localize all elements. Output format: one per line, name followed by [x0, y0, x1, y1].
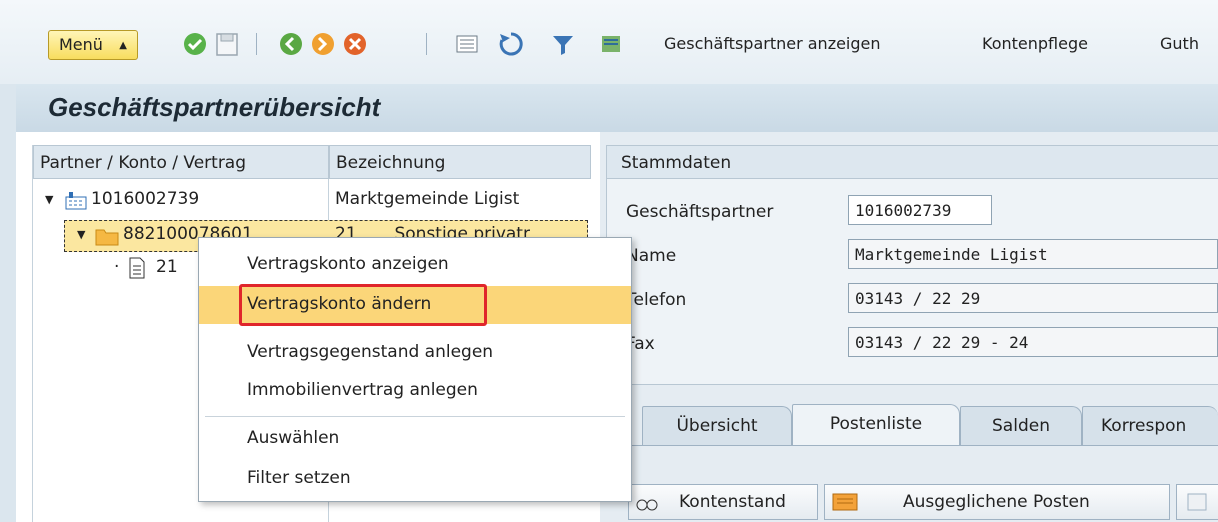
- tab-label: Übersicht: [676, 416, 758, 436]
- tree-row-label: 21: [156, 257, 178, 277]
- document-icon: [1187, 493, 1207, 511]
- menu-item-vertragskonto-anzeigen[interactable]: Vertragskonto anzeigen: [199, 246, 631, 284]
- expand-icon[interactable]: ▼: [77, 228, 85, 241]
- tree-row-description: Marktgemeinde Ligist: [335, 189, 520, 209]
- scroll-icon: [832, 493, 858, 511]
- partner-field[interactable]: 1016002739: [848, 195, 992, 225]
- refresh-icon[interactable]: [496, 28, 526, 60]
- stammdaten-heading: Stammdaten: [621, 153, 732, 173]
- glasses-icon: [636, 499, 658, 511]
- ausgeglichene-posten-button[interactable]: Ausgeglichene Posten: [824, 484, 1170, 520]
- kontenstand-button[interactable]: Kontenstand: [628, 484, 818, 520]
- caret-down-icon: ▲: [119, 40, 127, 51]
- name-label: Name: [626, 246, 677, 266]
- menu-button[interactable]: Menü ▲: [48, 30, 138, 60]
- stammdaten-header: Stammdaten: [606, 145, 1218, 179]
- toolbar-link-guthaben[interactable]: Guth: [1160, 34, 1199, 53]
- tree-row-partner[interactable]: ▼ 1016002739 Marktgemeinde Ligist: [33, 185, 591, 215]
- building-icon: [65, 192, 87, 210]
- column-header-partner-label: Partner / Konto / Vertrag: [40, 153, 247, 173]
- save-icon[interactable]: [212, 28, 242, 60]
- tab-korrespondenz[interactable]: Korrespon: [1082, 406, 1218, 446]
- column-header-description[interactable]: Bezeichnung: [329, 145, 591, 179]
- menu-item-label: Vertragsgegenstand anlegen: [247, 342, 494, 362]
- tab-label: Salden: [992, 416, 1050, 436]
- partner-label: Geschäftspartner: [626, 202, 774, 222]
- toolbar-separator: [426, 33, 427, 55]
- tab-salden[interactable]: Salden: [960, 406, 1082, 446]
- menu-item-label: Vertragskonto anzeigen: [247, 254, 449, 274]
- name-field[interactable]: Marktgemeinde Ligist: [848, 239, 1218, 269]
- tab-baseline: [606, 445, 1218, 446]
- filter-icon[interactable]: [548, 28, 578, 60]
- settings-icon[interactable]: [596, 28, 626, 60]
- toolbar-link-kontenpflege[interactable]: Kontenpflege: [982, 34, 1088, 53]
- menu-item-label: Auswählen: [247, 428, 340, 448]
- application-toolbar: Menü ▲ Geschäftspartner anzeigen Kontenp…: [0, 0, 1218, 84]
- document-icon: [129, 257, 145, 279]
- menu-separator: [205, 416, 625, 417]
- tree-row-label: 1016002739: [91, 189, 200, 209]
- cancel-icon[interactable]: [340, 28, 370, 60]
- highlight-annotation: [239, 284, 487, 326]
- tab-label: Postenliste: [829, 414, 923, 434]
- column-header-description-label: Bezeichnung: [336, 153, 446, 173]
- column-header-partner[interactable]: Partner / Konto / Vertrag: [33, 145, 329, 179]
- check-icon[interactable]: [180, 28, 210, 60]
- page-title: Geschäftspartnerübersicht: [48, 92, 381, 122]
- tree-row-contract[interactable]: · 21: [32, 253, 202, 283]
- menu-item-auswaehlen[interactable]: Auswählen: [199, 420, 631, 458]
- phone-label: Telefon: [626, 290, 687, 310]
- phone-field[interactable]: 03143 / 22 29: [848, 283, 1218, 313]
- menu-item-filter-setzen[interactable]: Filter setzen: [199, 460, 631, 498]
- bullet-icon: ·: [114, 257, 120, 277]
- menu-item-label: Filter setzen: [247, 468, 351, 488]
- ausgeglichene-posten-label: Ausgeglichene Posten: [903, 492, 1090, 512]
- fax-field[interactable]: 03143 / 22 29 - 24: [848, 327, 1218, 357]
- toolbar-separator: [256, 33, 257, 55]
- title-bar: Geschäftspartnerübersicht: [0, 84, 1218, 132]
- menu-button-label: Menü: [59, 35, 103, 54]
- folder-icon: [95, 229, 119, 246]
- menu-item-immobilienvertrag-anlegen[interactable]: Immobilienvertrag anlegen: [199, 372, 631, 410]
- context-menu: Vertragskonto anzeigen Vertragskonto änd…: [198, 237, 632, 502]
- expand-icon[interactable]: ▼: [45, 193, 53, 206]
- tab-postenliste[interactable]: Postenliste: [792, 404, 960, 446]
- menu-item-vertragsgegenstand-anlegen[interactable]: Vertragsgegenstand anlegen: [199, 334, 631, 372]
- left-border: [0, 84, 16, 522]
- tab-label: Korrespon: [1101, 416, 1187, 436]
- list-icon[interactable]: [452, 28, 482, 60]
- exit-icon[interactable]: [308, 28, 338, 60]
- more-button[interactable]: [1176, 484, 1218, 520]
- kontenstand-label: Kontenstand: [679, 492, 786, 512]
- back-icon[interactable]: [276, 28, 306, 60]
- tab-uebersicht[interactable]: Übersicht: [642, 406, 792, 446]
- toolbar-link-partner[interactable]: Geschäftspartner anzeigen: [664, 34, 881, 53]
- menu-item-label: Immobilienvertrag anlegen: [247, 380, 478, 400]
